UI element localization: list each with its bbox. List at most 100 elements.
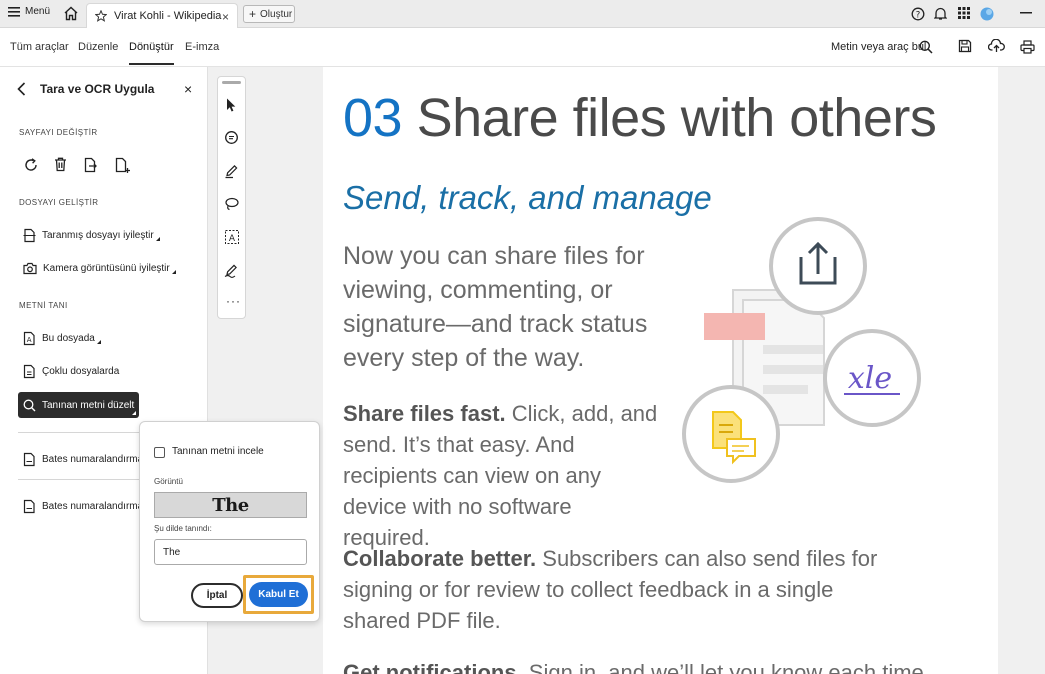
recognize-multiple-files-item[interactable]: Çoklu dosyalarda xyxy=(23,364,119,379)
bates-document-icon xyxy=(23,499,35,514)
ocr-document-icon: A xyxy=(23,331,35,346)
bates-numbering-remove-item[interactable]: Bates numaralandırma xyxy=(23,499,143,514)
recognize-this-file-label: Bu dosyada xyxy=(42,333,101,344)
bates-document-icon xyxy=(23,452,35,467)
new-tab-label: Oluştur xyxy=(260,8,293,20)
apps-grid-icon[interactable] xyxy=(958,7,970,19)
back-arrow-icon[interactable] xyxy=(17,82,26,96)
accept-button[interactable]: Kabul Et xyxy=(249,582,308,607)
avatar[interactable] xyxy=(980,7,994,21)
heading-number: 03 xyxy=(343,88,403,148)
scan-document-icon xyxy=(23,228,36,243)
insert-page-icon[interactable] xyxy=(115,157,131,174)
comment-icon[interactable] xyxy=(224,130,240,146)
review-text-checkbox-label[interactable]: Tanınan metni incele xyxy=(172,446,264,457)
signature-circle-graphic: xle xyxy=(823,329,921,427)
close-icon[interactable]: × xyxy=(222,10,229,24)
image-label: Görüntü xyxy=(154,477,183,486)
upload-circle-graphic xyxy=(769,217,867,315)
notifications-text: Sign in, and we’ll let you know each tim… xyxy=(522,660,924,674)
bates-numbering-item[interactable]: Bates numaralandırma xyxy=(23,452,143,467)
svg-text:A: A xyxy=(229,234,236,244)
search-text-icon xyxy=(23,399,36,411)
svg-text:?: ? xyxy=(916,10,921,20)
trash-icon[interactable] xyxy=(54,157,67,172)
tab-esign[interactable]: E-imza xyxy=(185,41,219,53)
select-cursor-icon[interactable] xyxy=(224,97,238,113)
bell-icon[interactable] xyxy=(934,7,947,21)
recognize-this-file-item[interactable]: A Bu dosyada xyxy=(23,331,101,346)
lasso-icon[interactable] xyxy=(224,196,240,212)
section-title-enhance: DOSYAYI GELİŞTİR xyxy=(19,198,99,207)
star-icon[interactable] xyxy=(95,10,107,22)
rotate-icon[interactable] xyxy=(24,158,38,172)
notifications-paragraph: Get notifications. Sign in, and we’ll le… xyxy=(343,657,943,674)
correct-recognized-text-label: Tanınan metni düzelt xyxy=(42,399,135,411)
text-select-icon[interactable]: A xyxy=(224,229,240,245)
recognized-language-label: Şu dilde tanındı: xyxy=(154,524,212,533)
panel-title: Tara ve OCR Uygula xyxy=(40,82,155,96)
intro-paragraph: Now you can share files for viewing, com… xyxy=(343,242,648,372)
recognized-text-input[interactable]: The xyxy=(154,539,307,565)
menu-button[interactable]: Menü xyxy=(8,6,50,17)
enhance-scanned-label: Taranmış dosyayı iyileştir xyxy=(42,230,160,241)
browser-tab-bar: Menü Virat Kohli - Wikipedia × + Oluştur… xyxy=(0,0,1045,28)
extract-page-icon[interactable] xyxy=(84,157,98,173)
multiple-files-icon xyxy=(23,364,35,379)
review-text-checkbox[interactable] xyxy=(154,447,165,458)
enhance-scanned-item[interactable]: Taranmış dosyayı iyileştir xyxy=(23,228,160,243)
close-panel-icon[interactable]: × xyxy=(184,81,192,97)
more-tools-icon[interactable]: ··· xyxy=(226,294,241,308)
signature-text: xle xyxy=(848,361,892,396)
hamburger-icon xyxy=(8,6,20,17)
cancel-button[interactable]: İptal xyxy=(191,583,243,608)
collaborate-heading: Collaborate better. xyxy=(343,546,537,571)
enhance-camera-label: Kamera görüntüsünü iyileştir xyxy=(43,263,176,274)
page-heading: 03 Share files with others xyxy=(343,87,937,149)
ocr-image-preview: The xyxy=(154,492,307,518)
review-recognized-text-popup: Tanınan metni incele Görüntü The Şu dild… xyxy=(139,421,320,622)
minimize-icon[interactable] xyxy=(1020,12,1032,15)
sign-icon[interactable] xyxy=(224,262,241,278)
help-icon[interactable]: ? xyxy=(911,7,925,21)
tab-edit[interactable]: Düzenle xyxy=(78,41,118,53)
print-icon[interactable] xyxy=(1020,40,1035,54)
bates-numbering-label: Bates numaralandırma xyxy=(42,454,144,465)
app-toolbar: Tüm araçlar Düzenle Dönüştür E-imza Meti… xyxy=(0,28,1045,67)
share-files-paragraph: Share files fast. Click, add, and send. … xyxy=(343,398,663,553)
share-illustration: xle xyxy=(682,217,921,483)
bates-numbering-remove-label: Bates numaralandırma xyxy=(42,501,144,512)
new-tab-button[interactable]: + Oluştur xyxy=(243,5,295,23)
tab-title: Virat Kohli - Wikipedia xyxy=(114,10,222,22)
correct-recognized-text-button[interactable]: Tanınan metni düzelt xyxy=(18,392,139,418)
home-icon[interactable] xyxy=(63,6,79,21)
browser-tab[interactable]: Virat Kohli - Wikipedia × xyxy=(86,3,238,28)
enhance-camera-item[interactable]: Kamera görüntüsünü iyileştir xyxy=(23,262,176,275)
share-files-heading: Share files fast. xyxy=(343,401,506,426)
camera-icon xyxy=(23,262,37,275)
search-tools-label[interactable]: Metin veya araç bul xyxy=(831,41,926,53)
section-divider xyxy=(18,432,140,433)
tab-all-tools[interactable]: Tüm araçlar xyxy=(10,41,69,53)
drag-handle[interactable] xyxy=(222,81,241,84)
section-title-recognize: METNİ TANI xyxy=(19,301,68,310)
vertical-tool-strip: A ··· xyxy=(217,76,246,319)
heading-text: Share files with others xyxy=(402,88,937,148)
pencil-icon[interactable] xyxy=(224,163,240,179)
pdf-document-page: 03 Share files with others Send, track, … xyxy=(323,67,998,674)
submenu-indicator xyxy=(132,411,136,415)
page-subheading: Send, track, and manage xyxy=(343,179,712,216)
comment-circle-graphic xyxy=(682,385,780,483)
tab-convert[interactable]: Dönüştür xyxy=(129,41,174,65)
menu-label: Menü xyxy=(25,6,51,17)
cloud-upload-icon[interactable] xyxy=(988,39,1005,53)
svg-text:A: A xyxy=(27,336,32,344)
section-divider xyxy=(18,479,140,480)
section-title-page: SAYFAYI DEĞİŞTİR xyxy=(19,128,98,137)
search-icon[interactable] xyxy=(919,40,933,54)
plus-icon: + xyxy=(249,7,257,21)
accept-highlight: Kabul Et xyxy=(243,575,314,614)
collaborate-paragraph: Collaborate better. Subscribers can also… xyxy=(343,543,903,636)
right-gutter xyxy=(998,67,1045,674)
save-icon[interactable] xyxy=(958,39,972,53)
